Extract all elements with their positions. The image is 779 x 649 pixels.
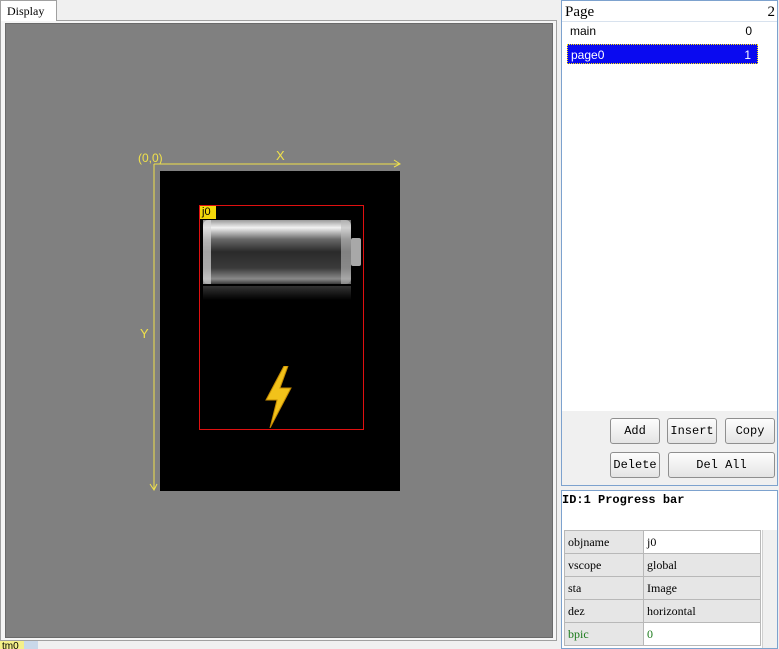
add-page-button[interactable]: Add (610, 418, 660, 444)
page-count: 2 (767, 4, 776, 20)
tab-display-label: Display (7, 4, 45, 18)
battery-icon (203, 220, 361, 300)
property-key: dez (564, 599, 644, 623)
y-axis-label: Y (140, 326, 149, 341)
property-panel-title: ID:1 Progress bar (562, 493, 685, 507)
delete-all-pages-button[interactable]: Del All (668, 452, 775, 478)
page-name: page0 (571, 48, 605, 62)
object-tag: j0 (200, 206, 216, 219)
property-key: bpic (564, 622, 644, 646)
page-name: main (570, 24, 597, 38)
property-key: vscope (564, 553, 644, 577)
x-axis-label: X (276, 148, 285, 163)
page-list-item-page0[interactable]: page0 1 (567, 44, 758, 64)
property-row-vscope[interactable]: vscope global (564, 553, 761, 577)
property-row-objname[interactable]: objname j0 (564, 530, 761, 554)
property-key: sta (564, 576, 644, 600)
property-scrollbar[interactable] (762, 530, 777, 648)
page-list-item-main[interactable]: main 0 (567, 21, 758, 41)
tab-display[interactable]: Display (0, 0, 57, 21)
design-canvas[interactable]: (0,0) X Y j0 (5, 23, 553, 638)
property-row-dez[interactable]: dez horizontal (564, 599, 761, 623)
copy-page-button[interactable]: Copy (725, 418, 775, 444)
insert-page-button[interactable]: Insert (667, 418, 717, 444)
display-panel: (0,0) X Y j0 (0, 20, 557, 641)
property-value[interactable]: j0 (643, 530, 761, 554)
page-index: 0 (745, 24, 752, 38)
page-index: 1 (744, 48, 751, 62)
origin-label: (0,0) (138, 151, 163, 165)
property-row-bpic[interactable]: bpic 0 (564, 622, 761, 646)
timer-object-tag[interactable]: tm0 (0, 641, 24, 649)
page-panel-title: Page (565, 4, 595, 20)
property-table: objname j0 vscope global sta Image dez h… (564, 530, 761, 646)
property-key: objname (564, 530, 644, 554)
page-panel: Page 2 main 0 page0 1 Add Insert Copy De… (561, 0, 778, 486)
property-value[interactable]: horizontal (643, 599, 761, 623)
page-panel-header: Page 2 (565, 2, 775, 22)
progress-bar-object[interactable]: j0 (199, 205, 364, 430)
bottom-strip (24, 641, 38, 649)
page-screen[interactable]: j0 (160, 171, 400, 491)
page-button-bar: Add Insert Copy Delete Del All (562, 411, 777, 485)
property-value[interactable]: global (643, 553, 761, 577)
lightning-bolt-icon (265, 366, 292, 428)
property-value[interactable]: 0 (643, 622, 761, 646)
property-value[interactable]: Image (643, 576, 761, 600)
property-panel: ID:1 Progress bar objname j0 vscope glob… (561, 490, 778, 649)
property-row-sta[interactable]: sta Image (564, 576, 761, 600)
delete-page-button[interactable]: Delete (610, 452, 660, 478)
